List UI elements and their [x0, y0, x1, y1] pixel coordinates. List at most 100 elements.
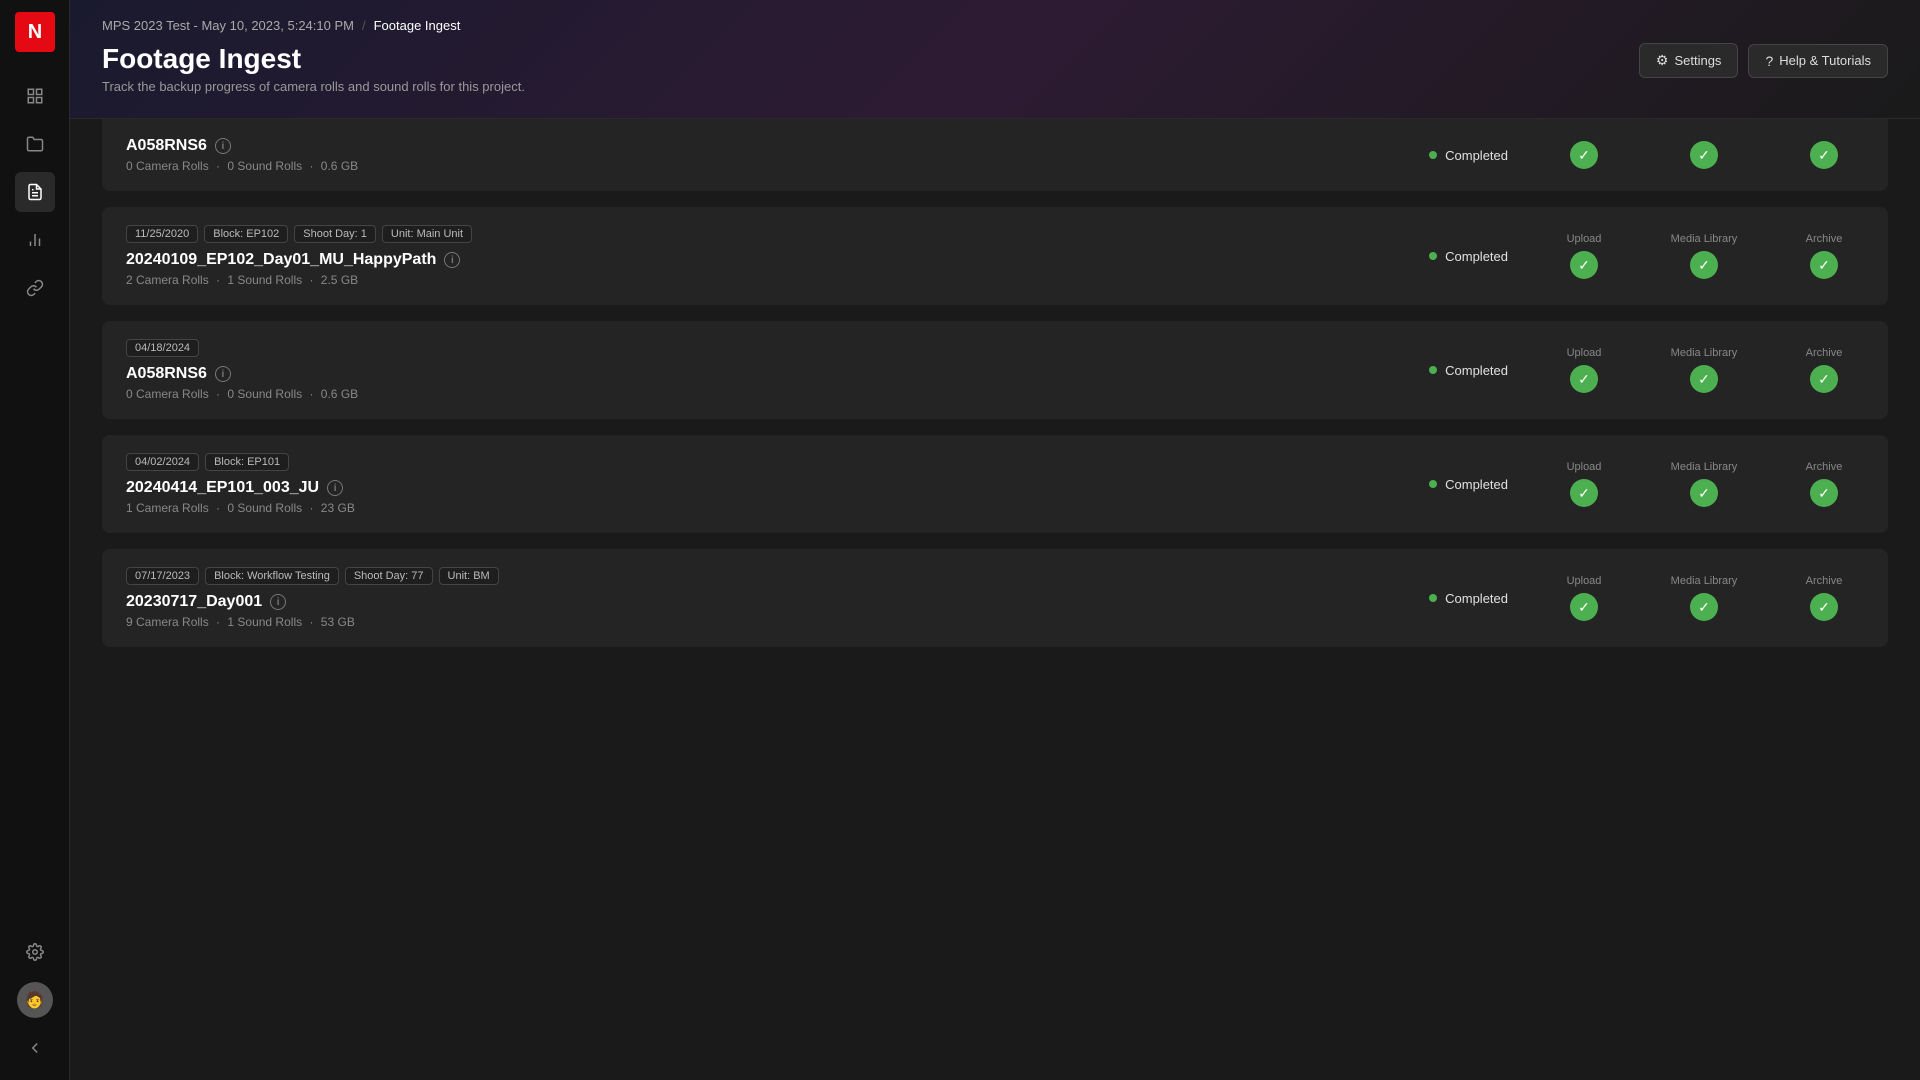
media-check-2: ✓: [1690, 365, 1718, 393]
card-left-2: 04/18/2024 A058RNS6 i 0 Camera Rolls · 0…: [126, 339, 1362, 401]
upload-check-1: ✓: [1570, 251, 1598, 279]
upload-check-2: ✓: [1570, 365, 1598, 393]
status-dot-1: [1429, 252, 1437, 260]
info-icon-3[interactable]: i: [327, 480, 343, 496]
sidebar-item-dashboard[interactable]: [15, 76, 55, 116]
card-meta-4: 9 Camera Rolls · 1 Sound Rolls · 53 GB: [126, 615, 1362, 629]
col-upload-0: ✓: [1544, 141, 1624, 169]
sound-rolls-0: 0 Sound Rolls: [227, 159, 302, 173]
info-icon-2[interactable]: i: [215, 366, 231, 382]
col-archive-1: Archive ✓: [1784, 233, 1864, 279]
col-headers-1: Upload ✓ Media Library ✓ Archive ✓: [1524, 233, 1864, 279]
sidebar-item-reports[interactable]: [15, 220, 55, 260]
col-upload-4: Upload ✓: [1544, 575, 1624, 621]
camera-rolls-4: 9 Camera Rolls: [126, 615, 209, 629]
size-1: 2.5 GB: [321, 273, 358, 287]
help-button[interactable]: ? Help & Tutorials: [1748, 44, 1888, 78]
card-name-2: A058RNS6 i: [126, 365, 1362, 383]
tag-date-4: 07/17/2023: [126, 567, 199, 585]
col-archive-3: Archive ✓: [1784, 461, 1864, 507]
sidebar-item-links[interactable]: [15, 268, 55, 308]
status-area-1: Completed: [1378, 249, 1508, 264]
breadcrumb-separator: /: [362, 18, 366, 33]
sound-rolls-4: 1 Sound Rolls: [227, 615, 302, 629]
ingest-card-4: 07/17/2023 Block: Workflow Testing Shoot…: [102, 549, 1888, 647]
info-icon-0[interactable]: i: [215, 138, 231, 154]
media-check-0: ✓: [1690, 141, 1718, 169]
col-headers-4: Upload ✓ Media Library ✓ Archive ✓: [1524, 575, 1864, 621]
ingest-card-2: 04/18/2024 A058RNS6 i 0 Camera Rolls · 0…: [102, 321, 1888, 419]
camera-rolls-1: 2 Camera Rolls: [126, 273, 209, 287]
tag-shootday-4: Shoot Day: 77: [345, 567, 433, 585]
upload-label-1: Upload: [1567, 233, 1602, 245]
status-area-4: Completed: [1378, 591, 1508, 606]
info-icon-4[interactable]: i: [270, 594, 286, 610]
col-upload-1: Upload ✓: [1544, 233, 1624, 279]
breadcrumb-parent: MPS 2023 Test - May 10, 2023, 5:24:10 PM: [102, 18, 354, 33]
size-2: 0.6 GB: [321, 387, 358, 401]
media-check-1: ✓: [1690, 251, 1718, 279]
col-headers-2: Upload ✓ Media Library ✓ Archive ✓: [1524, 347, 1864, 393]
tags-2: 04/18/2024: [126, 339, 1362, 357]
col-archive-4: Archive ✓: [1784, 575, 1864, 621]
media-check-4: ✓: [1690, 593, 1718, 621]
tag-shootday-1: Shoot Day: 1: [294, 225, 376, 243]
media-label-1: Media Library: [1671, 233, 1738, 245]
tag-date-1: 11/25/2020: [126, 225, 198, 243]
size-0: 0.6 GB: [321, 159, 358, 173]
sidebar-item-settings[interactable]: [15, 932, 55, 972]
card-name-0: A058RNS6 i: [126, 137, 1362, 155]
archive-check-2: ✓: [1810, 365, 1838, 393]
card-left-1: 11/25/2020 Block: EP102 Shoot Day: 1 Uni…: [126, 225, 1362, 287]
col-media-4: Media Library ✓: [1664, 575, 1744, 621]
upload-check-3: ✓: [1570, 479, 1598, 507]
upload-label-4: Upload: [1567, 575, 1602, 587]
header-actions: ⚙ Settings ? Help & Tutorials: [1639, 43, 1888, 78]
archive-label-2: Archive: [1806, 347, 1843, 359]
sound-rolls-3: 0 Sound Rolls: [227, 501, 302, 515]
upload-label-2: Upload: [1567, 347, 1602, 359]
col-media-0: ✓: [1664, 141, 1744, 169]
sidebar-item-collapse[interactable]: 🧑: [15, 980, 55, 1020]
ingest-card-1: 11/25/2020 Block: EP102 Shoot Day: 1 Uni…: [102, 207, 1888, 305]
tag-block-1: Block: EP102: [204, 225, 288, 243]
col-archive-0: ✓: [1784, 141, 1864, 169]
help-icon: ?: [1765, 53, 1773, 69]
tag-block-3: Block: EP101: [205, 453, 289, 471]
card-left-3: 04/02/2024 Block: EP101 20240414_EP101_0…: [126, 453, 1362, 515]
card-left: A058RNS6 i 0 Camera Rolls · 0 Sound Roll…: [126, 137, 1362, 173]
tag-date-2: 04/18/2024: [126, 339, 199, 357]
page-title: Footage Ingest: [102, 43, 525, 75]
status-area-3: Completed: [1378, 477, 1508, 492]
col-media-2: Media Library ✓: [1664, 347, 1744, 393]
settings-label: Settings: [1674, 53, 1721, 68]
sidebar: N 🧑: [0, 0, 70, 1080]
archive-check-3: ✓: [1810, 479, 1838, 507]
main-content: MPS 2023 Test - May 10, 2023, 5:24:10 PM…: [70, 0, 1920, 1080]
sidebar-item-toggle[interactable]: [15, 1028, 55, 1068]
status-dot-0: [1429, 151, 1437, 159]
col-archive-2: Archive ✓: [1784, 347, 1864, 393]
tag-unit-1: Unit: Main Unit: [382, 225, 472, 243]
tag-date-3: 04/02/2024: [126, 453, 199, 471]
user-avatar[interactable]: 🧑: [17, 982, 53, 1018]
sidebar-item-ingest[interactable]: [15, 172, 55, 212]
card-meta-2: 0 Camera Rolls · 0 Sound Rolls · 0.6 GB: [126, 387, 1362, 401]
sidebar-item-folder[interactable]: [15, 124, 55, 164]
status-dot-2: [1429, 366, 1437, 374]
ingest-card-partial: A058RNS6 i 0 Camera Rolls · 0 Sound Roll…: [102, 119, 1888, 191]
app-logo[interactable]: N: [15, 12, 55, 52]
media-label-4: Media Library: [1671, 575, 1738, 587]
card-meta-1: 2 Camera Rolls · 1 Sound Rolls · 2.5 GB: [126, 273, 1362, 287]
archive-check-1: ✓: [1810, 251, 1838, 279]
status-dot-3: [1429, 480, 1437, 488]
breadcrumb: MPS 2023 Test - May 10, 2023, 5:24:10 PM…: [102, 18, 1888, 33]
settings-button[interactable]: ⚙ Settings: [1639, 43, 1739, 78]
col-upload-3: Upload ✓: [1544, 461, 1624, 507]
status-text-2: Completed: [1445, 363, 1508, 378]
status-text-3: Completed: [1445, 477, 1508, 492]
upload-check-0: ✓: [1570, 141, 1598, 169]
card-meta-3: 1 Camera Rolls · 0 Sound Rolls · 23 GB: [126, 501, 1362, 515]
info-icon-1[interactable]: i: [444, 252, 460, 268]
media-check-3: ✓: [1690, 479, 1718, 507]
